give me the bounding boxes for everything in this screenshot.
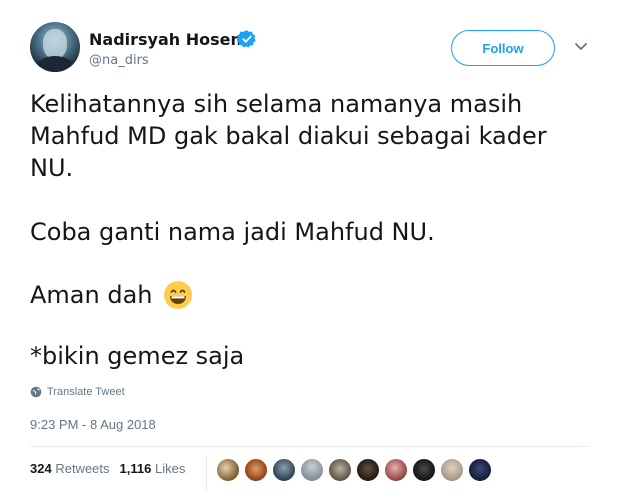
stats-separator [206,455,207,491]
translate-label[interactable]: Translate Tweet [47,386,125,398]
retweet-label: Retweets [55,461,110,476]
liker-avatar[interactable] [300,458,324,482]
globe-icon [30,386,42,398]
liker-avatar[interactable] [244,458,268,482]
liker-avatar[interactable] [468,458,492,482]
retweet-count: 324 [30,461,52,476]
tweet-paragraph-text: Aman dah [30,281,153,309]
liker-avatar[interactable] [216,458,240,482]
tweet-stats: 324 Retweets 1,116 Likes [30,461,185,476]
liker-avatars [216,458,492,482]
avatar-body [35,56,75,72]
liker-avatar[interactable] [412,458,436,482]
divider [30,446,590,447]
author-avatar[interactable] [30,22,80,72]
tweet-text: Kelihatannya sih selama namanya masih Ma… [30,88,590,184]
chevron-down-icon[interactable] [574,42,588,52]
author-handle[interactable]: @na_dirs [89,53,149,68]
tweet-timestamp[interactable]: 9:23 PM - 8 Aug 2018 [30,417,156,432]
verified-badge-icon [237,30,256,48]
grinning-face-emoji-icon [163,281,192,309]
liker-avatar[interactable] [328,458,352,482]
tweet-paragraph: Aman dah [30,280,193,310]
like-label: Likes [154,461,186,476]
author-name[interactable]: Nadirsyah Hosen [89,30,242,49]
tweet-paragraph: *bikin gemez saja [30,342,245,370]
tweet-line: Kelihatannya sih selama namanya masih [30,90,523,118]
avatar-face [43,29,67,59]
liker-avatar[interactable] [440,458,464,482]
translate-tweet-link[interactable]: Translate Tweet [30,386,125,398]
liker-avatar[interactable] [356,458,380,482]
retweet-stat[interactable]: 324 Retweets [30,461,110,476]
liker-avatar[interactable] [384,458,408,482]
follow-button[interactable]: Follow [451,30,555,66]
like-stat[interactable]: 1,116 Likes [120,461,186,476]
tweet-line: Mahfud MD gak bakal diakui sebagai kader [30,122,547,150]
liker-avatar[interactable] [272,458,296,482]
tweet-paragraph: Coba ganti nama jadi Mahfud NU. [30,218,435,246]
tweet-line: NU. [30,154,74,182]
like-count: 1,116 [119,461,152,476]
